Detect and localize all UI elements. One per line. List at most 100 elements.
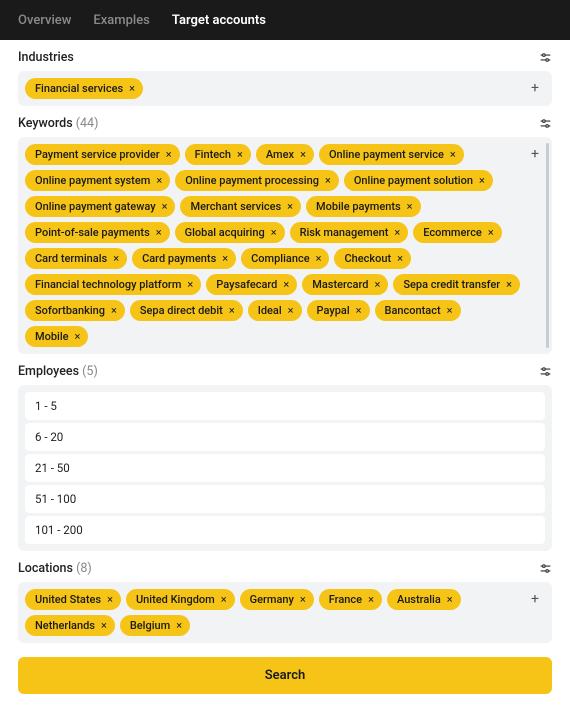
remove-chip-icon[interactable]: × — [156, 175, 162, 186]
remove-chip-icon[interactable]: × — [374, 279, 380, 290]
tab-examples[interactable]: Examples — [93, 13, 150, 28]
keyword-chip: Online payment processing × — [175, 170, 339, 191]
remove-chip-icon[interactable]: × — [506, 279, 512, 290]
chip-label: Compliance — [251, 252, 309, 265]
locations-title: Locations (8) — [18, 561, 92, 576]
employee-range-row[interactable]: 51 - 100 — [25, 485, 545, 513]
keyword-chip: Bancontact× — [375, 300, 461, 321]
industries-box: Financial services × + — [18, 71, 552, 106]
adjust-icon[interactable] — [538, 562, 552, 576]
location-chip: Netherlands× — [25, 615, 115, 636]
remove-chip-icon[interactable]: × — [221, 594, 227, 605]
remove-chip-icon[interactable]: × — [237, 149, 243, 160]
adjust-icon[interactable] — [538, 365, 552, 379]
location-chip: Belgium× — [120, 615, 190, 636]
scrollbar[interactable] — [546, 143, 549, 348]
remove-chip-icon[interactable]: × — [316, 253, 322, 264]
keyword-chip: Card payments× — [132, 248, 236, 269]
chip-label: Risk management — [300, 226, 389, 239]
remove-chip-icon[interactable]: × — [488, 227, 494, 238]
add-industry-button[interactable]: + — [526, 79, 544, 97]
remove-chip-icon[interactable]: × — [397, 253, 403, 264]
remove-chip-icon[interactable]: × — [187, 279, 193, 290]
remove-chip-icon[interactable]: × — [300, 594, 306, 605]
content: Industries Financial services× + Keyword… — [0, 40, 570, 708]
remove-chip-icon[interactable]: × — [283, 279, 289, 290]
keyword-chip: Online payment solution × — [344, 170, 493, 191]
remove-chip-icon[interactable]: × — [447, 305, 453, 316]
keyword-chip: Ideal × — [248, 300, 302, 321]
employee-range-row[interactable]: 101 - 200 — [25, 516, 545, 544]
add-location-button[interactable]: + — [526, 590, 544, 608]
chip-label: Mobile — [35, 330, 69, 343]
keyword-chip: Online payment gateway× — [25, 196, 175, 217]
location-chip: Australia× — [387, 589, 461, 610]
employees-section: Employees (5) 1 - 56 - 2021 - 5051 - 100… — [18, 364, 552, 551]
employee-range-row[interactable]: 6 - 20 — [25, 423, 545, 451]
chip-label: Amex — [266, 148, 294, 161]
remove-chip-icon[interactable]: × — [176, 620, 182, 631]
keyword-chip: Global acquiring × — [175, 222, 285, 243]
remove-chip-icon[interactable]: × — [271, 227, 277, 238]
chip-label: Mobile payments — [316, 200, 401, 213]
remove-chip-icon[interactable]: × — [101, 620, 107, 631]
chip-label: Ideal — [258, 304, 282, 317]
remove-chip-icon[interactable]: × — [129, 83, 135, 94]
remove-chip-icon[interactable]: × — [156, 227, 162, 238]
keyword-chip: Mobile payments × — [306, 196, 421, 217]
remove-chip-icon[interactable]: × — [166, 149, 172, 160]
industries-title: Industries — [18, 50, 74, 65]
chip-label: Financial technology platform — [35, 278, 181, 291]
adjust-icon[interactable] — [538, 117, 552, 131]
top-tabs: Overview Examples Target accounts — [0, 0, 570, 40]
remove-chip-icon[interactable]: × — [394, 227, 400, 238]
chip-label: Sofortbanking — [35, 304, 105, 317]
remove-chip-icon[interactable]: × — [368, 594, 374, 605]
keyword-chip: Sepa direct debit× — [130, 300, 243, 321]
remove-chip-icon[interactable]: × — [356, 305, 362, 316]
keyword-chip: Mobile × — [25, 326, 88, 347]
remove-chip-icon[interactable]: × — [229, 305, 235, 316]
remove-chip-icon[interactable]: × — [162, 201, 168, 212]
locations-box: United States×United Kingdom×Germany×Fra… — [18, 582, 552, 643]
remove-chip-icon[interactable]: × — [288, 305, 294, 316]
remove-chip-icon[interactable]: × — [75, 331, 81, 342]
remove-chip-icon[interactable]: × — [407, 201, 413, 212]
keyword-chip: Card terminals× — [25, 248, 127, 269]
keyword-chip: Fintech× — [185, 144, 251, 165]
remove-chip-icon[interactable]: × — [300, 149, 306, 160]
remove-chip-icon[interactable]: × — [450, 149, 456, 160]
chip-label: Paypal — [317, 304, 350, 317]
chip-label: Financial services — [35, 82, 123, 95]
remove-chip-icon[interactable]: × — [111, 305, 117, 316]
add-keyword-button[interactable]: + — [526, 145, 544, 163]
chip-label: France — [329, 593, 362, 606]
keyword-chip: Amex × — [256, 144, 314, 165]
remove-chip-icon[interactable]: × — [479, 175, 485, 186]
tab-target-accounts[interactable]: Target accounts — [172, 13, 266, 28]
keyword-chip: Mastercard× — [302, 274, 388, 295]
chip-label: Online payment system — [35, 174, 150, 187]
remove-chip-icon[interactable]: × — [287, 201, 293, 212]
keyword-chip: Compliance × — [241, 248, 329, 269]
chip-label: United States — [35, 593, 101, 606]
keywords-box: Payment service provider×Fintech×Amex×On… — [18, 137, 552, 354]
chip-label: Online payment processing — [185, 174, 319, 187]
chip-label: Online payment solution — [354, 174, 473, 187]
keyword-chip: Merchant services× — [180, 196, 301, 217]
location-chip: France × — [319, 589, 382, 610]
employees-box: 1 - 5 6 - 20 21 - 50 51 - 100 101 - 200 — [18, 385, 552, 551]
adjust-icon[interactable] — [538, 51, 552, 65]
remove-chip-icon[interactable]: × — [447, 594, 453, 605]
remove-chip-icon[interactable]: × — [113, 253, 119, 264]
remove-chip-icon[interactable]: × — [107, 594, 113, 605]
keyword-chip: Checkout× — [334, 248, 411, 269]
keyword-chip: Financial technology platform × — [25, 274, 201, 295]
tab-overview[interactable]: Overview — [18, 13, 71, 28]
remove-chip-icon[interactable]: × — [222, 253, 228, 264]
employee-range-row[interactable]: 1 - 5 — [25, 392, 545, 420]
search-button[interactable]: Search — [18, 657, 552, 694]
chip-label: Global acquiring — [185, 226, 265, 239]
employee-range-row[interactable]: 21 - 50 — [25, 454, 545, 482]
remove-chip-icon[interactable]: × — [325, 175, 331, 186]
